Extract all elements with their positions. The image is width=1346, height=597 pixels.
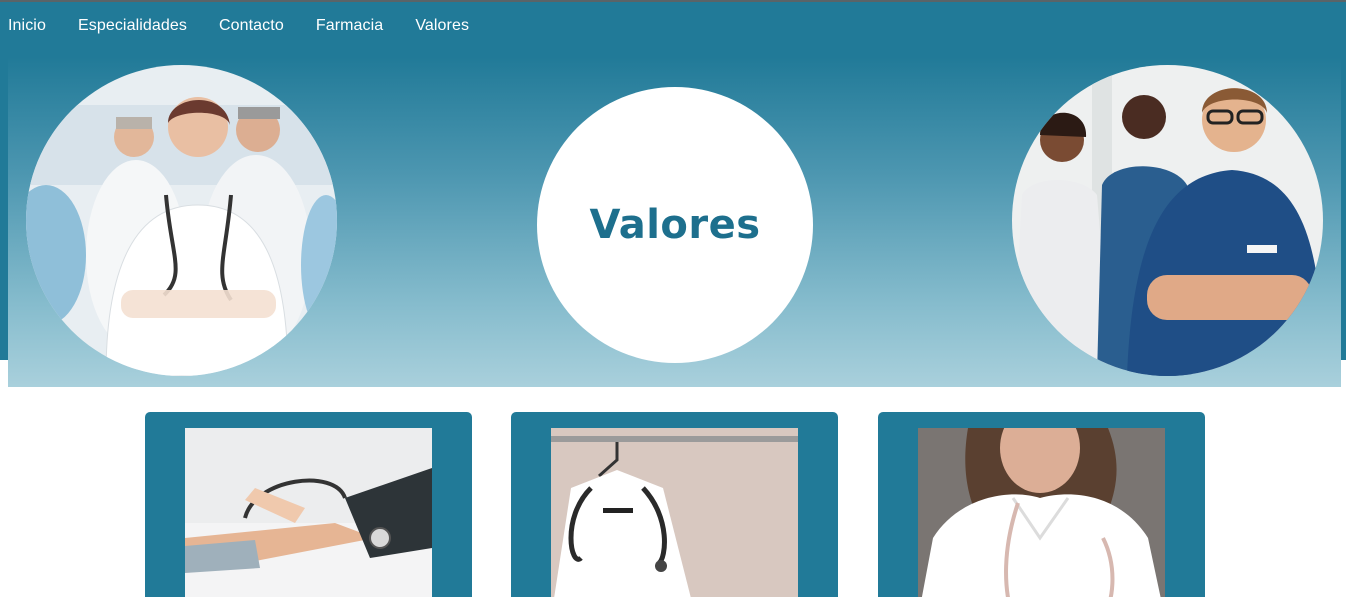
- nav-item-valores[interactable]: Valores: [415, 17, 469, 35]
- female-doctor-photo: [918, 428, 1165, 597]
- medical-team-photo: [1012, 65, 1323, 376]
- hero-banner: Valores: [8, 57, 1341, 387]
- section-title: Valores: [589, 202, 761, 248]
- nav-item-inicio[interactable]: Inicio: [8, 17, 46, 35]
- nav-item-contacto[interactable]: Contacto: [219, 17, 284, 35]
- value-card: [511, 412, 838, 597]
- nav-item-especialidades[interactable]: Especialidades: [78, 17, 187, 35]
- section-title-circle: Valores: [537, 87, 813, 363]
- main-nav: Inicio Especialidades Contacto Farmacia …: [8, 17, 501, 35]
- doctor-coat-photo: [551, 428, 798, 597]
- value-card: [878, 412, 1205, 597]
- nav-item-farmacia[interactable]: Farmacia: [316, 17, 383, 35]
- blood-pressure-photo: [185, 428, 432, 597]
- value-card: [145, 412, 472, 597]
- doctors-group-photo: [26, 65, 337, 376]
